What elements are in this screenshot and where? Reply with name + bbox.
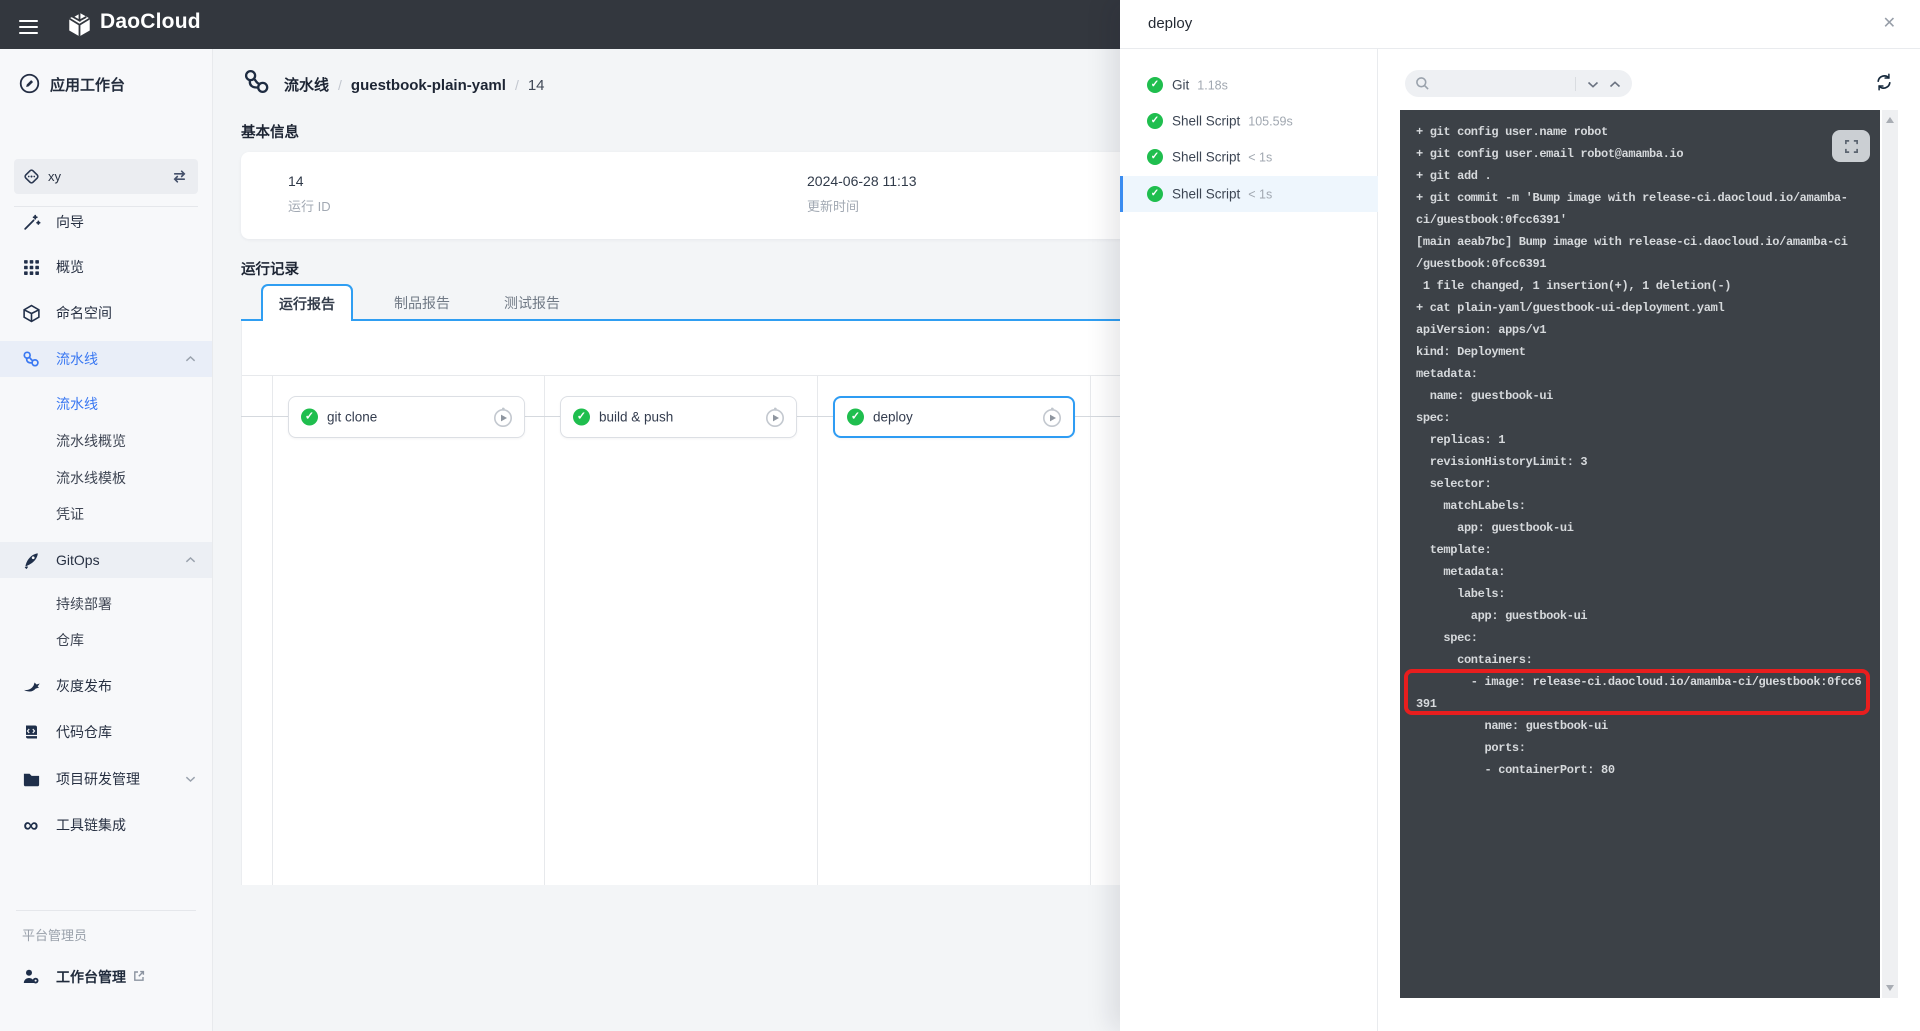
stage-connector bbox=[241, 416, 288, 417]
log-search-input[interactable] bbox=[1435, 72, 1569, 96]
sidebar-subitem-repository[interactable]: 仓库 bbox=[0, 623, 212, 657]
stage-connector bbox=[797, 416, 833, 417]
step-git[interactable]: ✓ Git1.18s bbox=[1120, 67, 1378, 103]
step-shell-script-3[interactable]: ✓ Shell Script< 1s bbox=[1120, 176, 1378, 212]
workspace-icon bbox=[23, 168, 40, 185]
search-prev-match-chevron-down-icon[interactable] bbox=[1583, 75, 1603, 93]
folder-icon bbox=[21, 769, 41, 789]
run-records-title: 运行记录 bbox=[241, 258, 299, 279]
chevron-up-icon bbox=[185, 556, 196, 564]
step-shell-script-2[interactable]: ✓ Shell Script< 1s bbox=[1120, 139, 1378, 175]
sidebar: 应用工作台 xy 向导 概览 命名空间 流水线 bbox=[0, 49, 213, 1031]
steps-list: ✓ Git1.18s ✓ Shell Script105.59s ✓ Shell… bbox=[1120, 49, 1378, 1031]
sidebar-subitem-pipeline-overview[interactable]: 流水线概览 bbox=[0, 424, 212, 458]
breadcrumb-pipeline-icon bbox=[241, 66, 272, 97]
stage-git-clone[interactable]: ✓ git clone bbox=[288, 396, 525, 438]
success-check-icon: ✓ bbox=[301, 409, 318, 426]
stage-play-icon[interactable] bbox=[764, 406, 786, 428]
sidebar-item-pipeline[interactable]: 流水线 bbox=[0, 341, 212, 377]
success-check-icon: ✓ bbox=[1147, 113, 1163, 129]
wand-icon bbox=[21, 212, 41, 232]
infinity-icon: ∞ bbox=[21, 815, 41, 835]
chevron-down-icon bbox=[185, 775, 196, 783]
log-terminal[interactable]: + git config user.name robot + git confi… bbox=[1400, 110, 1880, 998]
success-check-icon: ✓ bbox=[1147, 149, 1163, 165]
workbench-title: 应用工作台 bbox=[50, 74, 125, 95]
tab-run-report[interactable]: 运行报告 bbox=[261, 284, 353, 321]
log-scrollbar[interactable] bbox=[1882, 110, 1898, 998]
stage-connector bbox=[525, 416, 560, 417]
sidebar-item-namespace[interactable]: 命名空间 bbox=[0, 295, 212, 331]
stage-build-push[interactable]: ✓ build & push bbox=[560, 396, 797, 438]
breadcrumb-run-id: 14 bbox=[528, 77, 545, 94]
sidebar-item-canary-release[interactable]: 灰度发布 bbox=[0, 668, 212, 704]
sidebar-item-project-management[interactable]: 项目研发管理 bbox=[0, 761, 212, 797]
sidebar-subitem-pipeline[interactable]: 流水线 bbox=[0, 387, 212, 421]
sidebar-item-wizard[interactable]: 向导 bbox=[0, 204, 212, 240]
breadcrumb: 流水线/guestbook-plain-yaml/14 bbox=[284, 74, 545, 95]
breadcrumb-pipeline-name[interactable]: guestbook-plain-yaml bbox=[351, 77, 506, 94]
search-next-match-chevron-up-icon[interactable] bbox=[1605, 75, 1625, 93]
step-duration: < 1s bbox=[1248, 188, 1272, 202]
stage-play-icon[interactable] bbox=[1041, 406, 1063, 428]
drawer-header: deploy ✕ bbox=[1120, 0, 1920, 49]
log-output: + git config user.name robot + git confi… bbox=[1416, 121, 1872, 781]
success-check-icon: ✓ bbox=[573, 409, 590, 426]
workspace-name: xy bbox=[48, 169, 61, 184]
step-duration: < 1s bbox=[1248, 151, 1272, 165]
updated-time-label: 更新时间 bbox=[807, 196, 917, 215]
admin-user-icon bbox=[21, 967, 41, 987]
brand-name: DaoCloud bbox=[100, 10, 201, 34]
workbench-icon bbox=[18, 72, 41, 95]
drawer-title: deploy bbox=[1148, 15, 1192, 32]
basic-info-title: 基本信息 bbox=[241, 121, 299, 142]
success-check-icon: ✓ bbox=[847, 409, 864, 426]
screen: DaoCloud 应用工作台 xy 向导 概览 命名空间 bbox=[0, 0, 1920, 1031]
success-check-icon: ✓ bbox=[1147, 186, 1163, 202]
updated-time-value: 2024-06-28 11:13 bbox=[807, 173, 917, 189]
sidebar-item-code-repo[interactable]: 代码仓库 bbox=[0, 714, 212, 750]
sidebar-item-workbench-management[interactable]: 工作台管理 bbox=[0, 959, 212, 995]
deploy-log-drawer: deploy ✕ ✓ Git1.18s ✓ Shell Script105.59… bbox=[1120, 0, 1920, 1031]
breadcrumb-root[interactable]: 流水线 bbox=[284, 77, 329, 94]
log-search-box bbox=[1405, 70, 1632, 97]
tab-artifact-report[interactable]: 制品报告 bbox=[394, 284, 450, 321]
step-duration: 1.18s bbox=[1197, 79, 1228, 93]
stage-deploy[interactable]: ✓ deploy bbox=[833, 396, 1075, 438]
tab-test-report[interactable]: 测试报告 bbox=[504, 284, 560, 321]
daocloud-logo-icon[interactable] bbox=[66, 11, 93, 38]
workspace-switch-icon[interactable] bbox=[171, 168, 188, 185]
success-check-icon: ✓ bbox=[1147, 77, 1163, 93]
external-link-icon bbox=[132, 969, 146, 983]
step-shell-script-1[interactable]: ✓ Shell Script105.59s bbox=[1120, 103, 1378, 139]
sidebar-subitem-continuous-deploy[interactable]: 持续部署 bbox=[0, 587, 212, 621]
sidebar-item-gitops[interactable]: GitOps bbox=[0, 542, 212, 578]
code-repo-icon bbox=[21, 722, 41, 742]
refresh-icon[interactable] bbox=[1874, 72, 1894, 92]
chevron-up-icon bbox=[185, 355, 196, 363]
pipeline-icon bbox=[21, 349, 41, 369]
sidebar-item-toolchain[interactable]: ∞ 工具链集成 bbox=[0, 807, 212, 843]
run-id-value: 14 bbox=[288, 173, 331, 189]
grid-icon bbox=[21, 257, 41, 277]
sidebar-subitem-credentials[interactable]: 凭证 bbox=[0, 497, 212, 531]
sidebar-item-overview[interactable]: 概览 bbox=[0, 249, 212, 285]
bird-icon bbox=[21, 676, 41, 696]
scroll-down-icon[interactable] bbox=[1886, 985, 1894, 991]
workspace-selector[interactable]: xy bbox=[14, 159, 198, 194]
step-duration: 105.59s bbox=[1248, 115, 1292, 129]
search-icon bbox=[1415, 76, 1430, 91]
hamburger-menu-icon[interactable] bbox=[19, 16, 38, 38]
stage-play-icon[interactable] bbox=[492, 406, 514, 428]
namespace-cube-icon bbox=[21, 303, 41, 323]
close-icon[interactable]: ✕ bbox=[1883, 13, 1896, 33]
run-id-label: 运行 ID bbox=[288, 196, 331, 215]
stage-connector bbox=[1075, 416, 1120, 417]
fullscreen-icon[interactable] bbox=[1832, 130, 1870, 162]
sidebar-subitem-pipeline-template[interactable]: 流水线模板 bbox=[0, 461, 212, 495]
platform-admin-label: 平台管理员 bbox=[22, 925, 87, 944]
scroll-up-icon[interactable] bbox=[1886, 117, 1894, 123]
rocket-icon bbox=[21, 550, 41, 570]
